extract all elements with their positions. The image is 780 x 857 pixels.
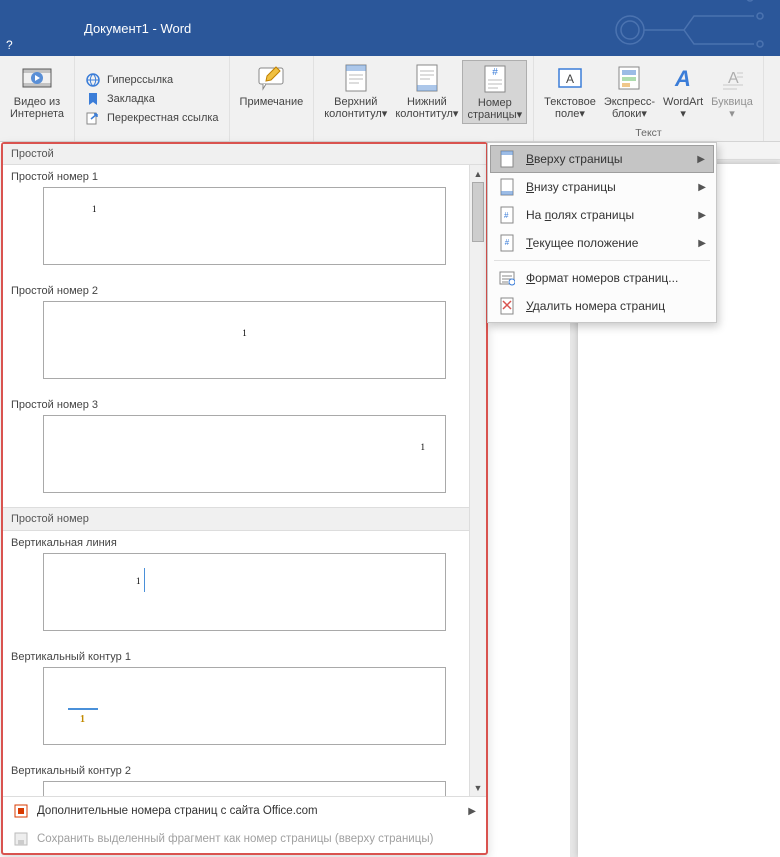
page-margins-icon: # [498,206,516,224]
textbox-button[interactable]: A Текстовое поле▾ [540,60,600,122]
gallery-preview[interactable]: 1 [43,415,446,493]
title-bar: Документ1 - Word ? [0,0,780,56]
ribbon-group-text: A Текстовое поле▾ Экспресс- блоки▾ A Wor… [533,56,764,141]
page-bottom-icon [498,178,516,196]
svg-text:#: # [504,211,509,220]
footer-icon [411,62,443,94]
group-text-label: Текст [534,127,763,139]
online-video-label: Видео из Интернета [10,96,64,120]
gallery-footer: Дополнительные номера страниц с сайта Of… [3,796,486,853]
header-label: Верхний колонтитул▾ [324,96,387,120]
chevron-right-icon: ▶ [468,806,476,817]
dropcap-label: Буквица ▾ [711,96,753,120]
comment-label: Примечание [240,96,304,108]
menu-separator [494,260,710,261]
page-number-submenu: Вверху страницы ▶ Внизу страницы ▶ # На … [487,142,717,323]
textbox-icon: A [554,62,586,94]
quickparts-label: Экспресс- блоки▾ [604,96,655,120]
quickparts-icon [613,62,645,94]
page-number-icon: # [479,63,511,95]
video-icon [21,62,53,94]
dropcap-button[interactable]: A Буквица ▾ [707,60,757,122]
svg-text:#: # [492,67,498,78]
current-position-icon: # [498,234,516,252]
submenu-top-of-page[interactable]: Вверху страницы ▶ [490,145,714,173]
comment-icon [255,62,287,94]
ribbon-group-links: Гиперссылка Закладка Перекрестная ссылка [75,56,230,141]
scroll-thumb[interactable] [472,182,484,242]
gallery-preview[interactable]: 1 [43,667,446,745]
chevron-right-icon: ▶ [698,182,706,193]
textbox-label: Текстовое поле▾ [544,96,596,120]
svg-text:A: A [674,66,691,91]
header-button[interactable]: Верхний колонтитул▾ [320,60,391,122]
footer-label: Нижний колонтитул▾ [395,96,458,120]
footer-button[interactable]: Нижний колонтитул▾ [391,60,462,122]
crossref-icon [85,110,101,126]
dropcap-icon: A [716,62,748,94]
hyperlink-icon [85,72,101,88]
wordart-icon: A [667,62,699,94]
more-from-office-button[interactable]: Дополнительные номера страниц с сайта Of… [3,797,486,825]
gallery-preview[interactable]: 1 [43,553,446,631]
gallery-scroll-area[interactable]: Простой номер 1 1 Простой номер 2 1 Прос… [3,165,486,796]
save-icon [13,831,29,847]
gallery-section-simple-number: Простой номер [3,507,486,531]
submenu-bottom-of-page[interactable]: Внизу страницы ▶ [490,173,714,201]
quickparts-button[interactable]: Экспресс- блоки▾ [600,60,659,122]
hyperlink-button[interactable]: Гиперссылка [85,72,173,88]
page-number-button[interactable]: # Номер страницы▾ [462,60,527,124]
gallery-section-simple: Простой [3,144,486,165]
ribbon: Видео из Интернета Гиперссылка Закладка … [0,56,780,142]
scroll-up-icon[interactable]: ▲ [470,165,486,182]
gallery-item-title[interactable]: Вертикальная линия [3,531,486,553]
gallery-preview[interactable]: 1 [43,301,446,379]
ribbon-group-header-footer: Верхний колонтитул▾ Нижний колонтитул▾ #… [314,56,533,141]
chevron-right-icon: ▶ [698,210,706,221]
wordart-button[interactable]: A WordArt ▾ [659,60,707,122]
scroll-down-icon[interactable]: ▼ [470,779,486,796]
chevron-right-icon: ▶ [698,238,706,249]
gallery-preview[interactable]: 1 [43,781,446,796]
wordart-label: WordArt ▾ [663,96,703,120]
gallery-item-title[interactable]: Вертикальный контур 1 [3,645,486,667]
remove-icon [498,297,516,315]
gallery-preview[interactable]: 1 [43,187,446,265]
submenu-page-margins[interactable]: # На полях страницы ▶ [490,201,714,229]
page-number-gallery: Простой Простой номер 1 1 Простой номер … [1,142,488,855]
comment-button[interactable]: Примечание [236,60,308,110]
gallery-item-title[interactable]: Вертикальный контур 2 [3,759,486,781]
ribbon-group-comments: Примечание [230,56,315,141]
gallery-scrollbar[interactable]: ▲ ▼ [469,165,486,796]
tell-me-icon: ? [6,38,13,52]
submenu-current-position[interactable]: # Текущее положение ▶ [490,229,714,257]
format-icon [498,269,516,287]
svg-text:A: A [566,72,574,86]
bookmark-icon [85,91,101,107]
header-icon [340,62,372,94]
ribbon-group-media: Видео из Интернета [0,56,75,141]
bookmark-button[interactable]: Закладка [85,91,155,107]
gallery-item-title[interactable]: Простой номер 2 [3,279,486,301]
online-video-button[interactable]: Видео из Интернета [6,60,68,122]
gallery-item-title[interactable]: Простой номер 1 [3,165,486,187]
save-selection-button: Сохранить выделенный фрагмент как номер … [3,825,486,853]
chevron-right-icon: ▶ [697,154,705,165]
gallery-item-title[interactable]: Простой номер 3 [3,393,486,415]
crossref-button[interactable]: Перекрестная ссылка [85,110,219,126]
svg-text:#: # [505,238,510,247]
page-number-label: Номер страницы▾ [467,97,522,121]
submenu-remove-page-numbers[interactable]: Удалить номера страниц [490,292,714,320]
title-decoration [590,0,780,56]
page-top-icon [498,150,516,168]
office-icon [13,803,29,819]
submenu-format-page-numbers[interactable]: Формат номеров страниц... [490,264,714,292]
document-title: Документ1 - Word [84,21,191,36]
